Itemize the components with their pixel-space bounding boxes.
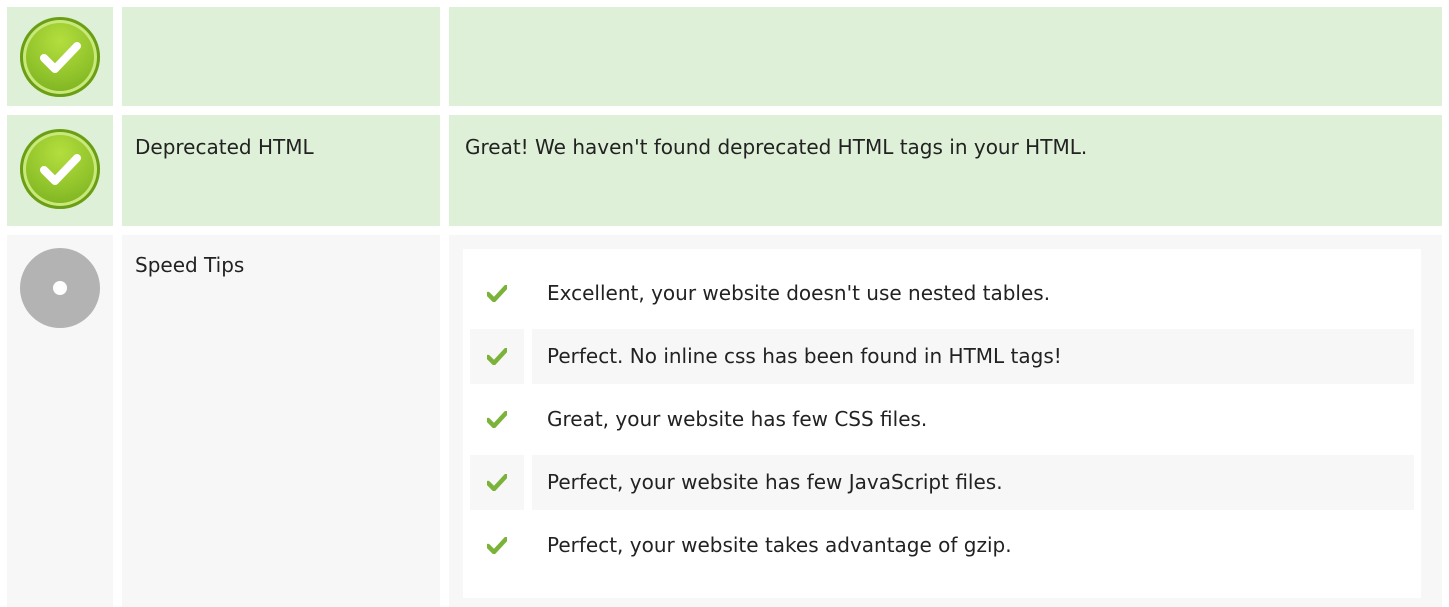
tip-text: Perfect, your website takes advantage of… <box>547 533 1012 557</box>
tip-text: Perfect. No inline css has been found in… <box>547 344 1062 368</box>
check-circle-icon <box>20 17 100 97</box>
neutral-circle-icon <box>20 248 100 328</box>
neutral-dot-icon <box>53 281 67 295</box>
checkmark-icon <box>470 392 524 447</box>
tip-text: Excellent, your website doesn't use nest… <box>547 281 1051 305</box>
check-circle-icon <box>20 129 100 209</box>
label-cell <box>122 7 440 106</box>
checkmark-icon <box>470 266 524 321</box>
description-cell: Great! We haven't found deprecated HTML … <box>449 115 1442 226</box>
description-cell <box>449 7 1442 106</box>
tip-text: Perfect, your website has few JavaScript… <box>547 470 1003 494</box>
status-cell <box>7 7 113 106</box>
status-cell <box>7 115 113 226</box>
tip-text: Great, your website has few CSS files. <box>547 407 928 431</box>
label-cell: Deprecated HTML <box>122 115 440 226</box>
checkmark-icon <box>470 518 524 573</box>
speed-tips-list: Excellent, your website doesn't use nest… <box>463 249 1421 598</box>
label-cell: Speed Tips <box>122 235 440 607</box>
status-cell <box>7 235 113 607</box>
row-label: Deprecated HTML <box>135 135 314 159</box>
list-item: Perfect. No inline css has been found in… <box>470 329 1414 384</box>
row-label: Speed Tips <box>135 253 245 277</box>
checkmark-icon <box>470 329 524 384</box>
list-item: Perfect, your website has few JavaScript… <box>470 455 1414 510</box>
list-item: Great, your website has few CSS files. <box>470 392 1414 447</box>
list-item: Excellent, your website doesn't use nest… <box>470 266 1414 321</box>
list-item: Perfect, your website takes advantage of… <box>470 518 1414 573</box>
row-description: Great! We haven't found deprecated HTML … <box>465 135 1088 159</box>
checkmark-icon <box>470 455 524 510</box>
